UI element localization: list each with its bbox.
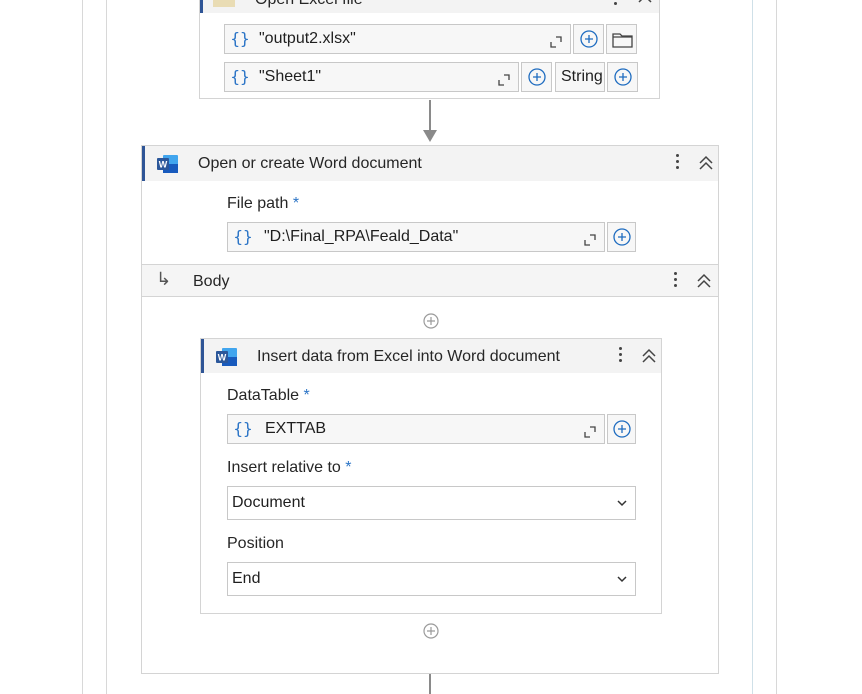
folder-icon (612, 33, 633, 48)
canvas-border-right (776, 0, 777, 694)
connector-arrow-icon (423, 130, 437, 142)
type-selector[interactable]: String (555, 62, 605, 92)
position-label: Position (227, 535, 284, 552)
more-options-icon[interactable] (619, 347, 623, 365)
body-section-header[interactable]: ↳ Body (142, 264, 718, 297)
insert-relative-value: Document (232, 494, 305, 511)
add-activity-icon[interactable] (423, 623, 439, 639)
file-path-add-button[interactable] (607, 222, 636, 252)
word-app-icon: W (216, 348, 237, 366)
chevron-down-icon (617, 500, 627, 507)
datatable-label: DataTable * (227, 387, 310, 404)
word-app-icon: W (157, 155, 178, 173)
connector-line (429, 100, 431, 134)
open-excel-title: Open Excel file (255, 0, 363, 9)
plus-circle-icon (528, 68, 546, 86)
sequence-border-left (106, 0, 107, 694)
excel-file-field[interactable]: {} "output2.xlsx" (224, 24, 571, 54)
more-options-icon[interactable] (676, 154, 680, 172)
excel-sheet-field[interactable]: {} "Sheet1" (224, 62, 519, 92)
more-options-icon[interactable] (674, 272, 678, 290)
datatable-field[interactable]: {} EXTTAB (227, 414, 605, 444)
collapse-icon[interactable] (698, 155, 714, 171)
collapse-icon[interactable] (637, 0, 653, 4)
expression-braces-icon: {} (230, 29, 250, 48)
open-excel-card[interactable]: Open Excel file {} "output2.xlsx" {} "Sh… (199, 0, 660, 99)
excel-sheet-value: "Sheet1" (259, 68, 322, 85)
more-options-icon[interactable] (614, 0, 618, 8)
canvas-border-left (82, 0, 83, 694)
svg-text:W: W (218, 353, 227, 363)
open-excel-header[interactable]: Open Excel file (200, 0, 659, 13)
add-activity-icon[interactable] (423, 313, 439, 329)
excel-file-add-button[interactable] (573, 24, 604, 54)
sequence-border-right (752, 0, 753, 694)
position-value: End (232, 570, 261, 587)
insert-data-title: Insert data from Excel into Word documen… (257, 348, 560, 365)
word-scope-title: Open or create Word document (198, 155, 422, 172)
file-path-field[interactable]: {} "D:\Final_RPA\Feald_Data" (227, 222, 605, 252)
chevron-down-icon (617, 576, 627, 583)
word-scope-header[interactable]: W Open or create Word document (142, 146, 718, 181)
datatable-add-button[interactable] (607, 414, 636, 444)
svg-text:W: W (159, 160, 168, 170)
excel-app-icon (213, 0, 235, 7)
expression-braces-icon: {} (233, 419, 253, 438)
file-path-value: "D:\Final_RPA\Feald_Data" (264, 228, 459, 245)
collapse-icon[interactable] (696, 273, 712, 289)
type-add-button[interactable] (607, 62, 638, 92)
insert-data-header[interactable]: W Insert data from Excel into Word docum… (201, 339, 661, 373)
browse-folder-button[interactable] (606, 24, 637, 54)
expand-editor-icon[interactable] (584, 234, 596, 246)
body-arrow-icon: ↳ (156, 269, 172, 290)
expression-braces-icon: {} (233, 227, 253, 246)
excel-file-value: "output2.xlsx" (259, 30, 356, 47)
plus-circle-icon (580, 30, 598, 48)
excel-sheet-add-button[interactable] (521, 62, 552, 92)
expand-editor-icon[interactable] (550, 36, 562, 48)
plus-circle-icon (614, 68, 632, 86)
connector-line (429, 674, 431, 694)
collapse-icon[interactable] (641, 348, 657, 364)
insert-relative-select[interactable]: Document (227, 486, 636, 520)
body-label: Body (193, 273, 230, 290)
datatable-value: EXTTAB (265, 420, 327, 437)
expand-editor-icon[interactable] (584, 426, 596, 438)
plus-circle-icon (613, 420, 631, 438)
expression-braces-icon: {} (230, 67, 250, 86)
insert-relative-label: Insert relative to * (227, 459, 352, 476)
expand-editor-icon[interactable] (498, 74, 510, 86)
insert-data-card[interactable]: W Insert data from Excel into Word docum… (200, 338, 662, 614)
plus-circle-icon (613, 228, 631, 246)
file-path-label: File path * (227, 195, 300, 212)
position-select[interactable]: End (227, 562, 636, 596)
type-value: String (561, 68, 603, 85)
